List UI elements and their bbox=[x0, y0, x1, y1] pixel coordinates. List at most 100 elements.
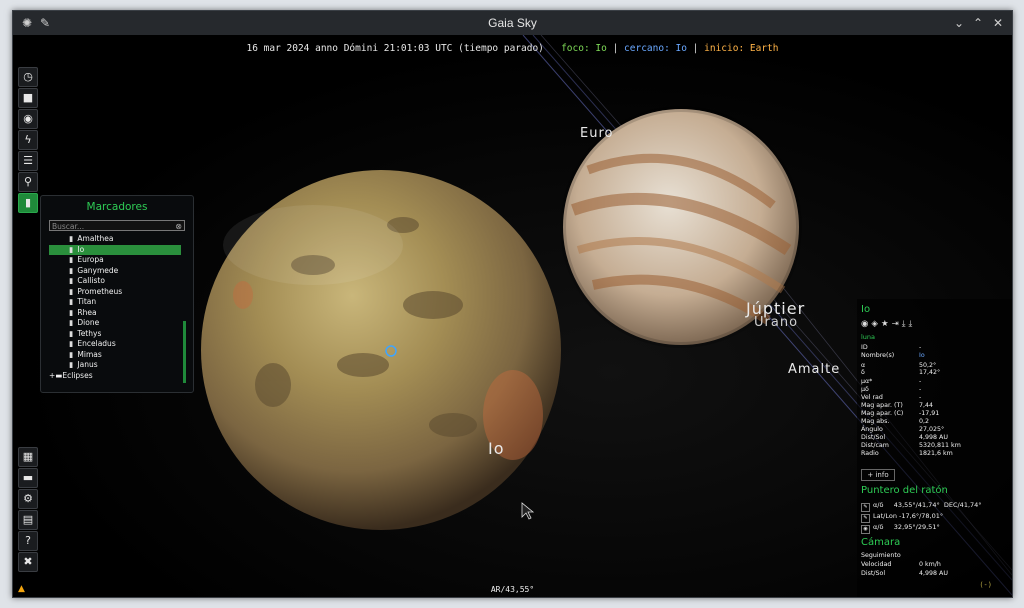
more-info-button[interactable]: + info bbox=[861, 469, 895, 481]
bookmark-label: Ganymede bbox=[77, 265, 119, 275]
info-value: 17,42° bbox=[919, 369, 941, 376]
star-icon[interactable]: ★ bbox=[881, 319, 892, 329]
pin-checkbox[interactable]: ✎ bbox=[861, 514, 870, 523]
info-key: Dist/cam bbox=[861, 442, 889, 449]
minimize-icon[interactable]: ⌄ bbox=[951, 15, 967, 31]
mouse-pointer-title: Puntero del ratón bbox=[861, 485, 948, 496]
mouse-extra: DEC/41,74° bbox=[943, 501, 982, 509]
mouse-pointer-icon bbox=[521, 502, 535, 520]
amalthea-label[interactable]: Amalte bbox=[788, 362, 840, 377]
bookmarks-title: Marcadores bbox=[86, 201, 148, 213]
land-at-icon[interactable]: ⤓ bbox=[908, 319, 915, 329]
bookmark-icon: ▮ bbox=[24, 196, 32, 209]
settings-button[interactable]: ⚙ bbox=[18, 489, 38, 509]
focus-name: Io bbox=[861, 304, 871, 315]
info-key: α bbox=[861, 362, 866, 369]
info-value: 4,998 AU bbox=[919, 434, 948, 441]
time-button[interactable]: ◷ bbox=[18, 67, 38, 87]
mouse-value: 43,55°/41,74° bbox=[893, 501, 940, 509]
bookmark-icon: ▮ bbox=[69, 349, 74, 359]
info-value: Io bbox=[919, 352, 925, 359]
maximize-icon[interactable]: ⌃ bbox=[970, 15, 986, 31]
close-window-icon[interactable]: ✕ bbox=[990, 15, 1006, 31]
bookmark-item[interactable]: ▮ Tethys bbox=[49, 329, 181, 340]
effects-button[interactable]: ϟ bbox=[18, 130, 38, 150]
camera-button[interactable]: ■ bbox=[18, 88, 38, 108]
gear-icon: ⚙ bbox=[23, 492, 33, 505]
mouse-row-radec: ✎ α/δ 43,55°/41,74° DEC/41,74° bbox=[861, 501, 1011, 512]
tag-icon[interactable]: ◈ bbox=[871, 319, 881, 329]
bookmark-item[interactable]: ▮ Ganymede bbox=[49, 266, 181, 277]
bookmark-item-selected[interactable]: ▮ Io bbox=[49, 244, 181, 255]
bookmark-item[interactable]: ▮ Europa bbox=[49, 255, 181, 266]
close-icon: ✖ bbox=[23, 555, 33, 568]
io-label[interactable]: Io bbox=[488, 439, 505, 458]
info-row: α 50,2° bbox=[861, 362, 936, 369]
bookmark-item[interactable]: ▮ Rhea bbox=[49, 308, 181, 319]
help-button[interactable]: ? bbox=[18, 531, 38, 551]
log-icon: ▤ bbox=[22, 513, 34, 526]
camera-value: 4,998 AU bbox=[919, 570, 948, 577]
scene-viewport[interactable]: 16 mar 2024 anno Dómini 21:01:03 UTC (ti… bbox=[13, 35, 1012, 597]
bookmark-icon: ▮ bbox=[69, 360, 74, 369]
uranus-label[interactable]: Urano bbox=[754, 315, 798, 330]
home-text[interactable]: inicio: Earth bbox=[704, 43, 778, 54]
bookmark-item[interactable]: ▮ Callisto bbox=[49, 276, 181, 287]
bookmark-icon: ▮ bbox=[69, 328, 74, 338]
info-key: Nombre(s) bbox=[861, 352, 895, 359]
closest-text[interactable]: cercano: Io bbox=[624, 43, 687, 54]
bookmark-item[interactable]: ▮ Dione bbox=[49, 318, 181, 329]
bookmark-folder[interactable]: +▬Eclipses bbox=[49, 371, 181, 382]
eye-icon[interactable]: ◉ bbox=[861, 319, 871, 329]
map-button[interactable]: ▦ bbox=[18, 447, 38, 467]
bookmark-item[interactable]: ▮ Amalthea bbox=[49, 234, 181, 245]
bottom-status-text: AR/43,55° bbox=[490, 585, 535, 594]
warning-icon[interactable]: ▲ bbox=[18, 584, 25, 594]
info-key: μδ bbox=[861, 386, 869, 393]
info-value: 1821,6 km bbox=[919, 450, 953, 457]
bookmark-item[interactable]: ▮ Enceladus bbox=[49, 339, 181, 350]
separator: | bbox=[612, 43, 625, 54]
log-button[interactable]: ▤ bbox=[18, 510, 38, 530]
bookmark-icon: ▮ bbox=[69, 265, 74, 275]
quit-button[interactable]: ✖ bbox=[18, 552, 38, 572]
info-row: Vel rad - bbox=[861, 394, 921, 401]
bookmarks-search-input[interactable]: Buscar... ⊗ bbox=[49, 220, 185, 231]
clear-search-icon[interactable]: ⊗ bbox=[175, 221, 182, 232]
info-row: Ángulo 27,025° bbox=[861, 426, 944, 433]
eye-icon: ◉ bbox=[23, 112, 33, 125]
location-button[interactable]: ⚲ bbox=[18, 172, 38, 192]
bookmark-icon: ▮ bbox=[69, 318, 74, 327]
bookmark-item[interactable]: ▮ Mimas bbox=[49, 350, 181, 361]
camera-row: Velocidad 0 km/h bbox=[861, 561, 941, 568]
open-button[interactable]: ▬ bbox=[18, 468, 38, 488]
goto-icon[interactable]: ⇥ bbox=[892, 319, 902, 329]
view-checkbox[interactable]: ◉ bbox=[861, 525, 870, 534]
bookmark-item[interactable]: ▮ Titan bbox=[49, 297, 181, 308]
camera-key: Velocidad bbox=[861, 561, 892, 568]
io-moon[interactable] bbox=[201, 170, 561, 530]
visibility-button[interactable]: ◉ bbox=[18, 109, 38, 129]
time-focus-bar: 16 mar 2024 anno Dómini 21:01:03 UTC (ti… bbox=[13, 43, 1012, 54]
pin-checkbox[interactable]: ✎ bbox=[861, 503, 870, 512]
focus-text[interactable]: foco: Io bbox=[561, 43, 607, 54]
folder-label: Eclipses bbox=[62, 370, 93, 380]
europa-label[interactable]: Euro bbox=[580, 126, 613, 141]
info-row: Mag apar. (T) 7,44 bbox=[861, 402, 933, 409]
bookmarks-list: ▮ Amalthea ▮ Io ▮ Europa ▮ Ganymede ▮ Ca… bbox=[49, 234, 181, 381]
search-placeholder: Buscar... bbox=[52, 222, 85, 231]
camera-key: Dist/Sol bbox=[861, 570, 886, 577]
camera-title: Cámara bbox=[861, 537, 901, 548]
mouse-label: α/δ bbox=[873, 523, 884, 531]
bookmark-label: Mimas bbox=[77, 349, 102, 359]
bookmarks-scrollbar[interactable] bbox=[183, 321, 186, 383]
info-value: - bbox=[919, 394, 922, 401]
bookmarks-button[interactable]: ▮ bbox=[18, 193, 38, 213]
corner-indicator: (-) bbox=[979, 581, 992, 589]
datasets-button[interactable]: ☰ bbox=[18, 151, 38, 171]
bookmark-label: Callisto bbox=[77, 276, 105, 285]
bookmark-label: Amalthea bbox=[77, 234, 114, 243]
bookmark-item[interactable]: ▮ Janus bbox=[49, 360, 181, 371]
bookmark-item[interactable]: ▮ Prometheus bbox=[49, 287, 181, 298]
bookmark-icon: ▮ bbox=[69, 276, 74, 285]
